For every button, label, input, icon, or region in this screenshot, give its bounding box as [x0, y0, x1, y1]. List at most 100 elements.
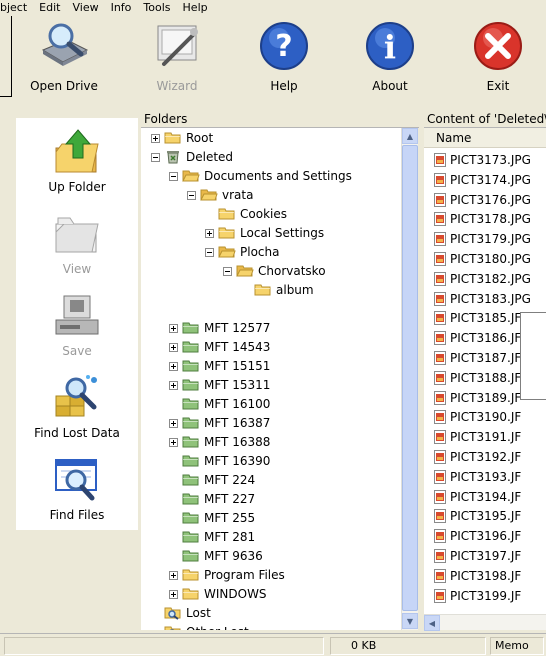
view-button[interactable]: View — [16, 210, 138, 290]
tree-node[interactable]: Plocha — [205, 243, 279, 261]
tree-node[interactable]: MFT 224 — [169, 471, 255, 489]
tree-node[interactable]: MFT 14543 — [169, 338, 270, 356]
jpg-file-icon — [434, 489, 446, 504]
expand-icon[interactable] — [169, 323, 178, 333]
file-row[interactable]: PICT3187.JF — [434, 348, 521, 368]
collapse-icon[interactable] — [205, 247, 214, 257]
expand-icon[interactable] — [169, 570, 178, 580]
file-row[interactable]: PICT3173.JPG — [434, 150, 531, 170]
expand-icon[interactable] — [169, 437, 178, 447]
file-row[interactable]: PICT3194.JF — [434, 487, 521, 507]
file-row[interactable]: PICT3191.JF — [434, 427, 521, 447]
scroll-up-arrow[interactable]: ▲ — [402, 128, 418, 144]
tree-node[interactable]: MFT 16390 — [169, 452, 270, 470]
tree-node-label: WINDOWS — [204, 587, 267, 601]
file-row[interactable]: PICT3190.JF — [434, 407, 521, 427]
status-cell-info — [4, 637, 324, 655]
collapse-icon[interactable] — [187, 190, 196, 200]
file-row[interactable]: PICT3195.JF — [434, 506, 521, 526]
collapse-icon[interactable] — [169, 171, 178, 181]
green-folder-icon — [182, 360, 199, 372]
tree-node[interactable]: MFT 255 — [169, 509, 255, 527]
tree-node[interactable]: MFT 9636 — [169, 547, 263, 565]
scroll-left-arrow[interactable]: ◀ — [424, 615, 440, 631]
expand-icon[interactable] — [205, 228, 214, 238]
file-row[interactable]: PICT3180.JPG — [434, 249, 531, 269]
tree-node[interactable]: Cookies — [205, 205, 287, 223]
find-files-button[interactable]: Find Files — [16, 456, 138, 536]
file-row[interactable]: PICT3176.JPG — [434, 190, 531, 210]
file-row[interactable]: PICT3197.JF — [434, 546, 521, 566]
folders-scrollbar[interactable]: ▲ ▼ — [401, 128, 418, 630]
file-row[interactable]: PICT3192.JF — [434, 447, 521, 467]
tree-node[interactable]: MFT 15151 — [169, 357, 270, 375]
folders-pane: Folders Root Deleted Documents and Setting… — [141, 110, 419, 630]
tree-node[interactable]: vrata — [187, 186, 253, 204]
file-row[interactable]: PICT3196.JF — [434, 526, 521, 546]
file-list-hscrollbar[interactable]: ◀ — [424, 614, 546, 631]
open-drive-button[interactable]: Open Drive — [24, 16, 104, 100]
file-row[interactable]: PICT3182.JPG — [434, 269, 531, 289]
file-row[interactable]: PICT3188.JF — [434, 368, 521, 388]
file-row[interactable]: PICT3199.JF — [434, 586, 521, 606]
tree-node-label: Documents and Settings — [204, 169, 352, 183]
tree-node-label: vrata — [222, 188, 254, 202]
expand-icon[interactable] — [169, 361, 178, 371]
tree-node[interactable]: MFT 15311 — [169, 376, 270, 394]
tree-node[interactable]: Deleted — [151, 148, 233, 166]
expand-icon[interactable] — [151, 133, 160, 143]
tree-node[interactable]: Documents and Settings — [169, 167, 352, 185]
menu-view[interactable]: View — [72, 2, 98, 14]
about-button[interactable]: i About — [350, 16, 430, 100]
tree-node[interactable]: Other Lost — [151, 623, 249, 630]
tree-node[interactable]: MFT 12577 — [169, 319, 270, 337]
file-row[interactable]: PICT3186.JF — [434, 328, 521, 348]
collapse-icon[interactable] — [223, 266, 232, 276]
tree-node[interactable]: MFT 16100 — [169, 395, 270, 413]
find-lost-data-button[interactable]: Find Lost Data — [16, 374, 138, 454]
up-folder-button[interactable]: Up Folder — [16, 128, 138, 208]
folder-icon — [218, 208, 235, 220]
file-row[interactable]: PICT3179.JPG — [434, 229, 531, 249]
file-row[interactable]: PICT3193.JF — [434, 467, 521, 487]
menu-tools[interactable]: Tools — [143, 2, 170, 14]
scroll-thumb[interactable] — [402, 145, 418, 611]
green-folder-icon — [182, 493, 199, 505]
expand-icon[interactable] — [169, 380, 178, 390]
menu-help[interactable]: Help — [183, 2, 208, 14]
tree-node-label: MFT 15151 — [204, 359, 271, 373]
expand-icon[interactable] — [169, 589, 178, 599]
green-folder-icon — [182, 455, 199, 467]
file-row[interactable]: PICT3174.JPG — [434, 170, 531, 190]
tree-node[interactable]: Chorvatsko — [223, 262, 326, 280]
menu-object[interactable]: bject — [0, 2, 27, 14]
tree-node[interactable]: Local Settings — [205, 224, 324, 242]
scroll-down-arrow[interactable]: ▼ — [402, 613, 418, 629]
file-row[interactable]: PICT3198.JF — [434, 566, 521, 586]
collapse-icon[interactable] — [151, 152, 160, 162]
tree-node[interactable]: MFT 227 — [169, 490, 255, 508]
green-folder-icon — [182, 531, 199, 543]
tree-node[interactable]: MFT 16387 — [169, 414, 270, 432]
save-button[interactable]: Save — [16, 292, 138, 372]
tree-node[interactable]: album — [241, 281, 314, 299]
tree-node[interactable]: WINDOWS — [169, 585, 267, 603]
file-row[interactable]: PICT3178.JPG — [434, 209, 531, 229]
file-row[interactable]: PICT3183.JPG — [434, 289, 531, 309]
tree-node[interactable]: MFT 16388 — [169, 433, 270, 451]
tree-node[interactable]: Lost — [151, 604, 211, 622]
tree-node[interactable]: Program Files — [169, 566, 285, 584]
wizard-button[interactable]: Wizard — [137, 16, 217, 100]
find-lost-data-icon — [55, 375, 97, 417]
column-header-name[interactable]: Name — [424, 128, 546, 148]
expand-icon[interactable] — [169, 418, 178, 428]
menu-info[interactable]: Info — [111, 2, 132, 14]
file-row[interactable]: PICT3185.JF — [434, 308, 521, 328]
tree-node[interactable]: Root — [151, 129, 213, 147]
expand-icon[interactable] — [169, 342, 178, 352]
tree-node[interactable]: MFT 281 — [169, 528, 255, 546]
file-row[interactable]: PICT3189.JF — [434, 388, 521, 408]
menu-edit[interactable]: Edit — [39, 2, 60, 14]
exit-button[interactable]: Exit — [458, 16, 538, 100]
help-button[interactable]: ? Help — [244, 16, 324, 100]
